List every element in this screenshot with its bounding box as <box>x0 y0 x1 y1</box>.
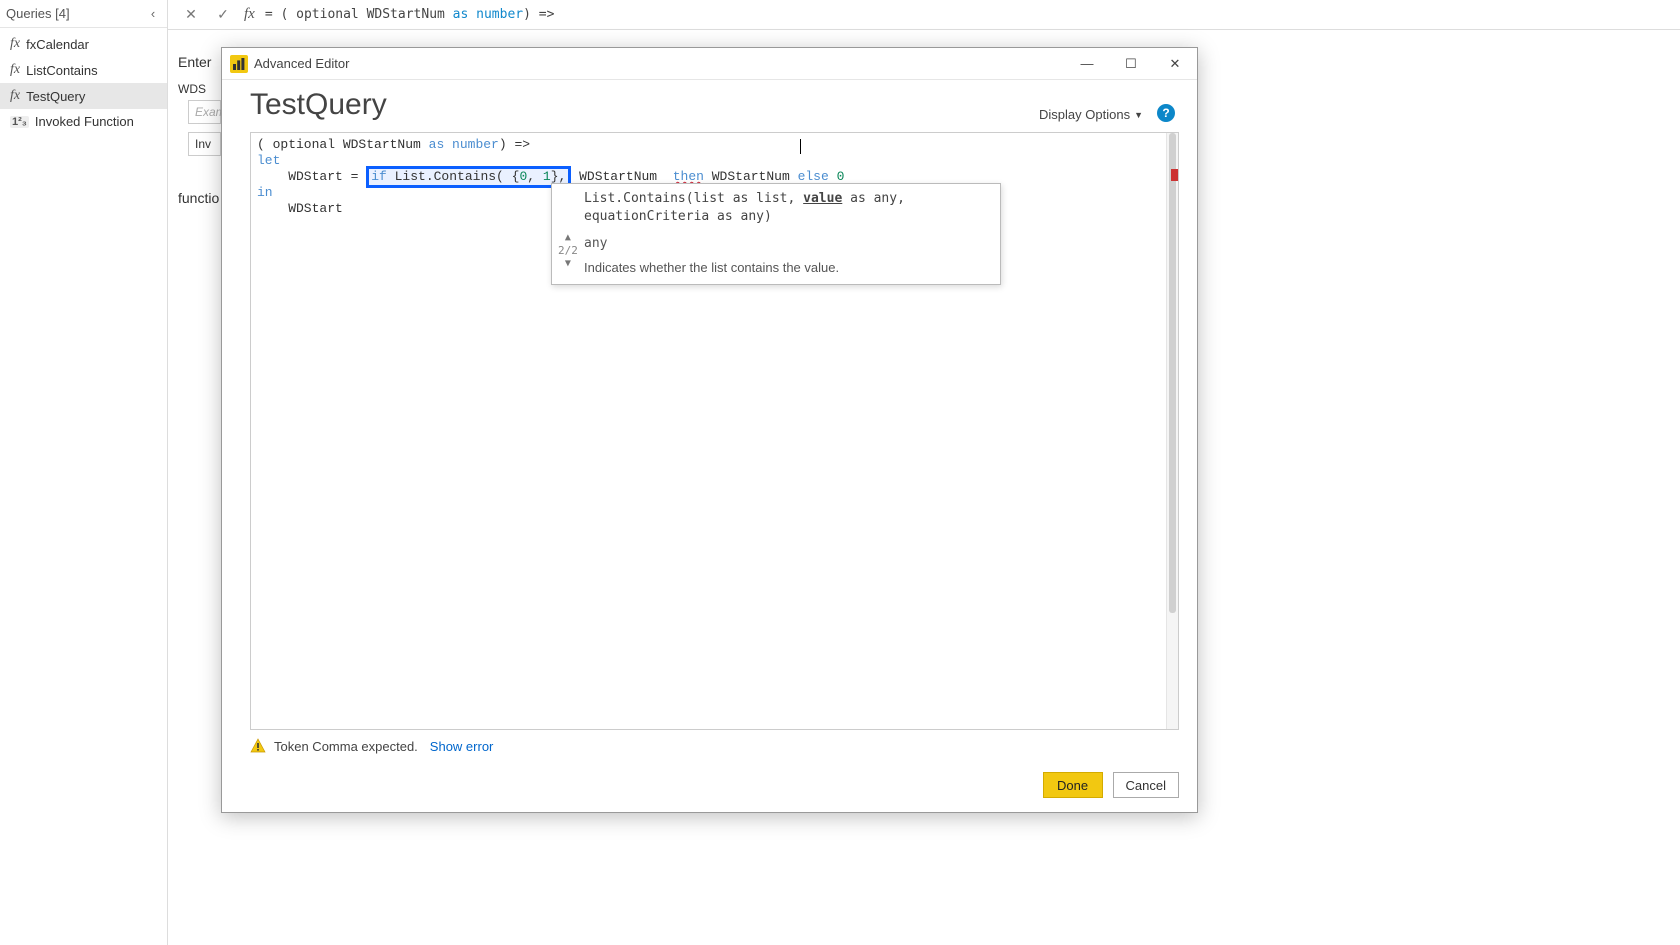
code-number: 0 <box>829 169 845 184</box>
code-keyword: in <box>257 185 273 200</box>
formula-keyword: as <box>453 7 469 22</box>
show-error-link[interactable]: Show error <box>430 739 494 754</box>
sidebar-item-invokedfunction[interactable]: 1²₃ Invoked Function <box>0 109 167 134</box>
code-text: WDStartNum <box>704 169 798 184</box>
done-button[interactable]: Done <box>1043 772 1103 798</box>
scroll-thumb[interactable] <box>1169 133 1176 613</box>
editor-scrollbar[interactable] <box>1166 133 1178 729</box>
signature-line: List.Contains(list as list, value as any… <box>584 190 990 226</box>
cancel-button[interactable]: Cancel <box>1113 772 1179 798</box>
status-bar: Token Comma expected. Show error <box>222 730 1197 762</box>
app-icon <box>230 55 248 73</box>
code-editor[interactable]: ( optional WDStartNum as number) => let … <box>251 133 1178 729</box>
code-text: ) => <box>499 137 530 152</box>
code-keyword: let <box>257 153 280 168</box>
maximize-button[interactable]: ☐ <box>1109 48 1153 80</box>
formula-keyword: number <box>476 7 523 22</box>
sig-text: List.Contains(list as list, <box>584 191 803 206</box>
sidebar-item-label: fxCalendar <box>26 37 89 52</box>
return-type: any <box>584 236 990 252</box>
help-icon[interactable]: ? <box>1157 104 1175 122</box>
display-options-label: Display Options <box>1039 107 1130 122</box>
cancel-formula-icon[interactable]: ✕ <box>180 4 202 26</box>
button-text: Inv <box>195 137 211 151</box>
intellisense-tooltip: ▲ 2/2 ▼ List.Contains(list as list, valu… <box>551 183 1001 285</box>
sidebar-item-label: ListContains <box>26 63 98 78</box>
code-keyword: number <box>444 137 499 152</box>
function-signature-label: functio <box>178 190 219 206</box>
function-icon: fx <box>10 88 20 104</box>
sidebar-item-label: TestQuery <box>26 89 85 104</box>
minimize-button[interactable]: — <box>1065 48 1109 80</box>
code-text: WDStart <box>257 201 343 216</box>
sidebar-item-testquery[interactable]: fx TestQuery <box>0 83 167 109</box>
close-button[interactable]: ✕ <box>1153 48 1197 80</box>
queries-sidebar: Queries [4] ‹ fx fxCalendar fx ListConta… <box>0 0 168 945</box>
dialog-header: TestQuery Display Options ▼ ? <box>222 80 1197 126</box>
invoke-button-partial[interactable]: Inv <box>188 132 221 156</box>
editor-container: ( optional WDStartNum as number) => let … <box>250 132 1179 730</box>
text-cursor <box>800 139 801 154</box>
queries-header: Queries [4] ‹ <box>0 0 167 28</box>
function-icon: fx <box>10 62 20 78</box>
sidebar-item-label: Invoked Function <box>35 114 134 129</box>
display-options-dropdown[interactable]: Display Options ▼ <box>1039 107 1143 122</box>
queries-title: Queries [4] <box>6 6 70 21</box>
sidebar-item-fxcalendar[interactable]: fx fxCalendar <box>0 31 167 57</box>
fx-icon[interactable]: fx <box>244 6 255 23</box>
sidebar-item-listcontains[interactable]: fx ListContains <box>0 57 167 83</box>
queries-list: fx fxCalendar fx ListContains fx TestQue… <box>0 28 167 134</box>
intellisense-nav[interactable]: ▲ 2/2 ▼ <box>558 232 578 269</box>
overload-count: 2/2 <box>558 245 578 256</box>
code-keyword: then <box>673 169 704 184</box>
code-text: WDStartNum <box>571 169 672 184</box>
down-arrow-icon[interactable]: ▼ <box>565 258 571 269</box>
code-keyword: as <box>429 137 445 152</box>
parameter-input[interactable]: Exam <box>188 100 221 124</box>
warning-icon <box>250 738 266 754</box>
wdstartnum-label: WDS <box>178 82 206 96</box>
code-text: ( optional WDStartNum <box>257 137 429 152</box>
accept-formula-icon[interactable]: ✓ <box>212 4 234 26</box>
status-text: Token Comma expected. <box>274 739 418 754</box>
dialog-button-row: Done Cancel <box>222 762 1197 812</box>
signature-description: Indicates whether the list contains the … <box>584 260 990 276</box>
sig-current-param: value <box>803 191 842 206</box>
dialog-title: Advanced Editor <box>254 56 349 71</box>
advanced-editor-dialog: Advanced Editor — ☐ ✕ TestQuery Display … <box>221 47 1198 813</box>
formula-bar-text[interactable]: = ( optional WDStartNum as number) => <box>265 7 555 22</box>
collapse-panel-button[interactable]: ‹ <box>145 6 161 22</box>
formula-bar-strip: ✕ ✓ fx = ( optional WDStartNum as number… <box>168 0 1680 30</box>
enter-parameters-label: Enter <box>178 54 211 70</box>
formula-text-segment: = ( optional WDStartNum <box>265 7 453 22</box>
dialog-titlebar: Advanced Editor — ☐ ✕ <box>222 48 1197 80</box>
formula-text-segment: ) => <box>523 7 554 22</box>
up-arrow-icon[interactable]: ▲ <box>565 232 571 243</box>
function-icon: fx <box>10 36 20 52</box>
code-text: WDStart = <box>257 169 366 184</box>
code-keyword: else <box>798 169 829 184</box>
chevron-down-icon: ▼ <box>1134 110 1143 120</box>
number-table-icon: 1²₃ <box>10 116 29 128</box>
query-name-heading: TestQuery <box>250 88 387 122</box>
highlighted-code: if List.Contains( {0, 1}, <box>366 166 571 188</box>
error-marker[interactable] <box>1171 169 1178 181</box>
